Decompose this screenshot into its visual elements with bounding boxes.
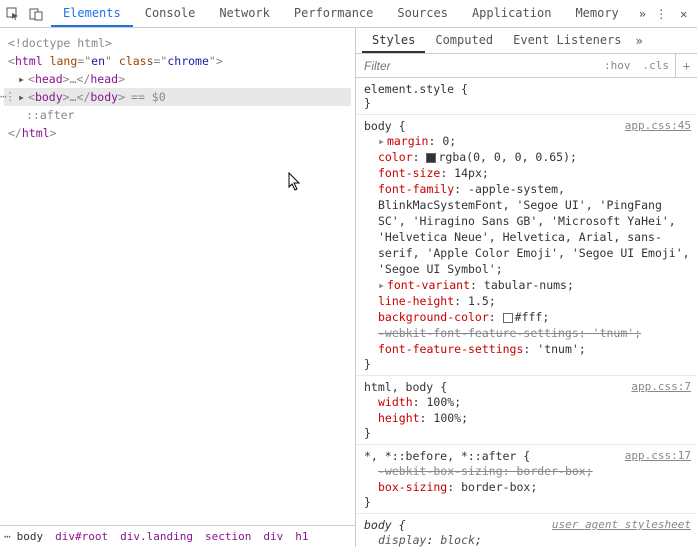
cls-toggle[interactable]: .cls	[637, 59, 676, 72]
styles-tab-styles[interactable]: Styles	[362, 28, 425, 53]
rule-source-link[interactable]: app.css:7	[631, 380, 691, 393]
tab-sources[interactable]: Sources	[385, 0, 460, 27]
crumb-h1[interactable]: h1	[289, 530, 314, 543]
color-swatch[interactable]	[426, 153, 436, 163]
breadcrumb: ⋯ bodydiv#rootdiv.landingsectiondivh1	[0, 525, 355, 547]
tab-network[interactable]: Network	[207, 0, 282, 27]
styles-tabs: StylesComputedEvent Listeners »	[356, 28, 697, 54]
kebab-menu-icon[interactable]: ⋮	[654, 6, 668, 22]
style-rules: element.style {}app.css:45body {▸margin:…	[356, 78, 697, 547]
inspect-icon[interactable]	[6, 6, 20, 22]
doctype: <!doctype html>	[8, 36, 112, 50]
tree-html-close[interactable]: </html>	[4, 124, 351, 142]
tabs-overflow-icon[interactable]: »	[639, 7, 646, 21]
style-rule[interactable]: element.style {}	[356, 78, 697, 115]
style-rule[interactable]: app.css:45body {▸margin: 0;color: rgba(0…	[356, 115, 697, 376]
styles-tab-computed[interactable]: Computed	[425, 28, 503, 53]
color-swatch[interactable]	[503, 313, 513, 323]
crumb-div-landing[interactable]: div.landing	[114, 530, 199, 543]
tab-elements[interactable]: Elements	[51, 0, 133, 27]
crumb-div-root[interactable]: div#root	[49, 530, 114, 543]
new-rule-button[interactable]: +	[675, 54, 697, 77]
rule-source-link[interactable]: user agent stylesheet	[552, 518, 691, 531]
main-tabs: ElementsConsoleNetworkPerformanceSources…	[51, 0, 631, 27]
rule-source-link[interactable]: app.css:17	[625, 449, 691, 462]
tree-head[interactable]: ▸<head>…</head>	[4, 70, 351, 88]
crumb-body[interactable]: body	[11, 530, 50, 543]
styles-filter-input[interactable]	[356, 59, 598, 73]
tab-application[interactable]: Application	[460, 0, 563, 27]
tab-console[interactable]: Console	[133, 0, 208, 27]
tree-html-open[interactable]: <html lang="en" class="chrome">	[4, 52, 351, 70]
device-toggle-icon[interactable]	[28, 6, 42, 22]
styles-tab-event-listeners[interactable]: Event Listeners	[503, 28, 631, 53]
crumb-section[interactable]: section	[199, 530, 257, 543]
tab-memory[interactable]: Memory	[563, 0, 630, 27]
styles-tabs-overflow-icon[interactable]: »	[636, 34, 643, 48]
style-rule[interactable]: user agent stylesheetbody {display: bloc…	[356, 514, 697, 547]
tab-performance[interactable]: Performance	[282, 0, 385, 27]
pseudo-after: ::after	[8, 108, 74, 122]
crumb-div[interactable]: div	[257, 530, 289, 543]
style-rule[interactable]: app.css:17*, *::before, *::after {-webki…	[356, 445, 697, 514]
close-icon[interactable]: ✕	[677, 6, 691, 22]
hov-toggle[interactable]: :hov	[598, 59, 637, 72]
crumbs-overflow-icon[interactable]: ⋯	[4, 530, 11, 543]
rule-source-link[interactable]: app.css:45	[625, 119, 691, 132]
style-rule[interactable]: app.css:7html, body {width: 100%;height:…	[356, 376, 697, 445]
tree-body-selected[interactable]: ▸<body>…</body>== $0	[4, 88, 351, 106]
dom-tree[interactable]: <!doctype html> <html lang="en" class="c…	[0, 28, 355, 525]
